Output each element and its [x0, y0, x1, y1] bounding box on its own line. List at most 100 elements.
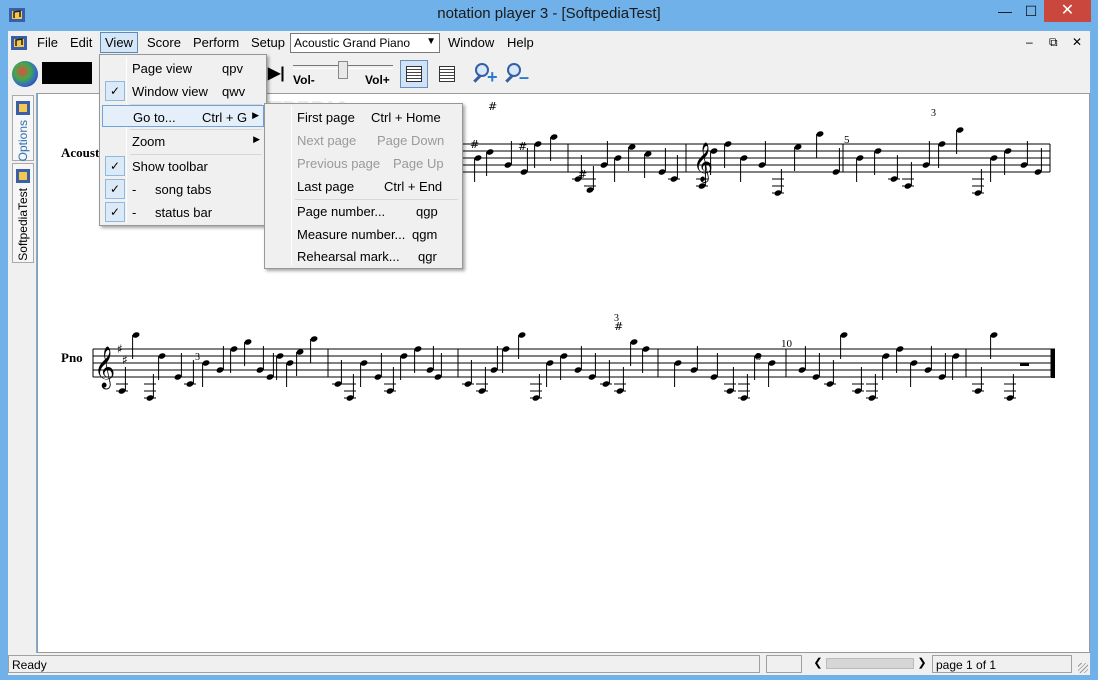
menu-item-label: First page	[297, 110, 355, 125]
menu-item-shortcut: qgm	[412, 227, 438, 242]
status-pane-empty	[766, 655, 802, 673]
check-icon: ✓	[105, 156, 125, 176]
menu-item-shortcut: Page Up	[393, 156, 444, 171]
goto-submenu: First page Ctrl + Home Next page Page Do…	[264, 103, 463, 269]
menu-item-shortcut: qwv	[222, 84, 246, 99]
check-icon: ✓	[105, 202, 125, 222]
volume-up-label: Vol+	[365, 73, 390, 87]
tab-song[interactable]: SoftpediaTest	[12, 163, 34, 263]
volume-slider[interactable]: Vol- Vol+	[291, 61, 395, 87]
menu-edit[interactable]: Edit	[70, 35, 92, 50]
zoom-in-handle	[473, 74, 482, 83]
menu-item-status-bar[interactable]: ✓ - status bar	[102, 201, 264, 223]
accidental: #	[578, 168, 587, 181]
child-close-button[interactable]: ✕	[1072, 35, 1082, 49]
page-indicator: page 1 of 1	[932, 655, 1072, 673]
measure-number-10: 10	[781, 338, 793, 350]
volume-thumb[interactable]	[338, 61, 348, 79]
menu-window[interactable]: Window	[448, 35, 494, 50]
song-icon	[16, 169, 30, 183]
tab-song-label: SoftpediaTest	[16, 188, 30, 261]
accidental: #	[488, 100, 497, 113]
menu-help[interactable]: Help	[507, 35, 534, 50]
plus-sign: +	[487, 67, 498, 87]
skip-end-icon[interactable]: ▶|	[268, 63, 285, 83]
menu-item-song-tabs[interactable]: ✓ - song tabs	[102, 178, 264, 200]
menu-item-measure-number[interactable]: Measure number... qgm	[267, 223, 460, 245]
menu-item-label: Next page	[297, 133, 357, 148]
tuplet-mark: 3	[614, 313, 619, 324]
menu-view[interactable]: View	[100, 32, 138, 53]
menu-item-previous-page: Previous page Page Up	[267, 152, 460, 174]
menu-item-shortcut: Page Down	[377, 133, 445, 148]
page-layout-button[interactable]	[400, 60, 428, 88]
minus-sign: –	[519, 67, 530, 87]
time-display	[42, 62, 92, 84]
tuplet-mark: 3	[756, 352, 761, 363]
instrument-select[interactable]: Acoustic Grand Piano ▼	[290, 33, 440, 53]
check-icon: ✓	[105, 179, 125, 199]
resize-grip-icon[interactable]	[1078, 663, 1088, 673]
menu-file[interactable]: File	[37, 35, 58, 50]
status-bar: Ready ❮ ❯ page 1 of 1	[8, 653, 1090, 675]
treble-clef: 𝄞	[693, 142, 713, 183]
menu-item-go-to[interactable]: Go to... Ctrl + G ▶	[102, 105, 264, 127]
menu-item-next-page: Next page Page Down	[267, 129, 460, 151]
menu-item-shortcut: Ctrl + G	[202, 110, 248, 125]
menu-item-shortcut: qgp	[416, 204, 438, 219]
options-icon	[16, 101, 30, 115]
zoom-out-button[interactable]: –	[505, 61, 531, 87]
tuplet-mark: 3	[195, 352, 200, 363]
menu-score[interactable]: Score	[147, 35, 181, 50]
rest	[1020, 363, 1029, 366]
accidental: #	[518, 140, 527, 153]
globe-icon[interactable]	[12, 61, 38, 87]
chevron-down-icon: ▼	[426, 36, 436, 47]
menu-item-shortcut: qgr	[418, 249, 437, 264]
menu-item-zoom[interactable]: Zoom ▶	[102, 130, 264, 152]
menu-item-rehearsal-mark[interactable]: Rehearsal mark... qgr	[267, 245, 460, 267]
menu-item-sublabel: song tabs	[155, 182, 212, 197]
volume-down-label: Vol-	[293, 73, 315, 87]
menu-bar: File Edit View Score Perform Setup Acous…	[8, 31, 1090, 55]
scroll-thumb[interactable]	[826, 658, 914, 669]
menu-item-label: Last page	[297, 179, 355, 194]
scroll-right-icon[interactable]: ❯	[916, 656, 928, 669]
final-barline	[1051, 349, 1055, 378]
key-signature: ♯	[122, 353, 128, 367]
side-tabs: Options SoftpediaTest	[8, 93, 36, 653]
close-button[interactable]: ✕	[1044, 0, 1091, 22]
page-layout-icon	[406, 66, 422, 82]
scroll-left-icon[interactable]: ❮	[812, 656, 824, 669]
title-bar: notation player 3 - [SoftpediaTest] — ☐ …	[0, 0, 1098, 31]
menu-item-window-view[interactable]: ✓ Window view qwv	[102, 80, 264, 102]
minimize-button[interactable]: —	[992, 0, 1018, 22]
status-text: Ready	[8, 655, 760, 673]
view-menu: Page view qpv ✓ Window view qwv Go to...…	[99, 54, 267, 226]
menu-item-show-toolbar[interactable]: ✓ Show toolbar	[102, 155, 264, 177]
child-minimize-button[interactable]: –	[1026, 35, 1033, 49]
zoom-in-button[interactable]: +	[473, 61, 499, 87]
child-restore-button[interactable]: ⧉	[1049, 35, 1058, 50]
window-layout-icon	[439, 66, 455, 82]
menu-item-sublabel: status bar	[155, 205, 213, 220]
document-icon[interactable]	[10, 34, 28, 52]
menu-item-label: Page view	[132, 61, 192, 76]
menu-item-label: Rehearsal mark...	[297, 249, 400, 264]
zoom-out-handle	[505, 74, 514, 83]
tab-options-label: Options	[16, 120, 30, 162]
menu-setup[interactable]: Setup	[251, 35, 285, 50]
menu-item-shortcut: Ctrl + Home	[371, 110, 441, 125]
tab-options[interactable]: Options	[12, 95, 34, 161]
instrument-value: Acoustic Grand Piano	[294, 36, 411, 50]
menu-item-page-view[interactable]: Page view qpv	[102, 57, 264, 79]
accidental: #	[470, 138, 479, 151]
menu-item-first-page[interactable]: First page Ctrl + Home	[267, 106, 460, 128]
menu-perform[interactable]: Perform	[193, 35, 239, 50]
window-layout-button[interactable]	[433, 60, 461, 88]
maximize-button[interactable]: ☐	[1018, 0, 1044, 22]
menu-item-last-page[interactable]: Last page Ctrl + End	[267, 175, 460, 197]
menu-item-page-number[interactable]: Page number... qgp	[267, 200, 460, 222]
menu-item-label: -	[132, 205, 137, 220]
horizontal-scrollbar[interactable]: ❮ ❯	[812, 655, 928, 673]
